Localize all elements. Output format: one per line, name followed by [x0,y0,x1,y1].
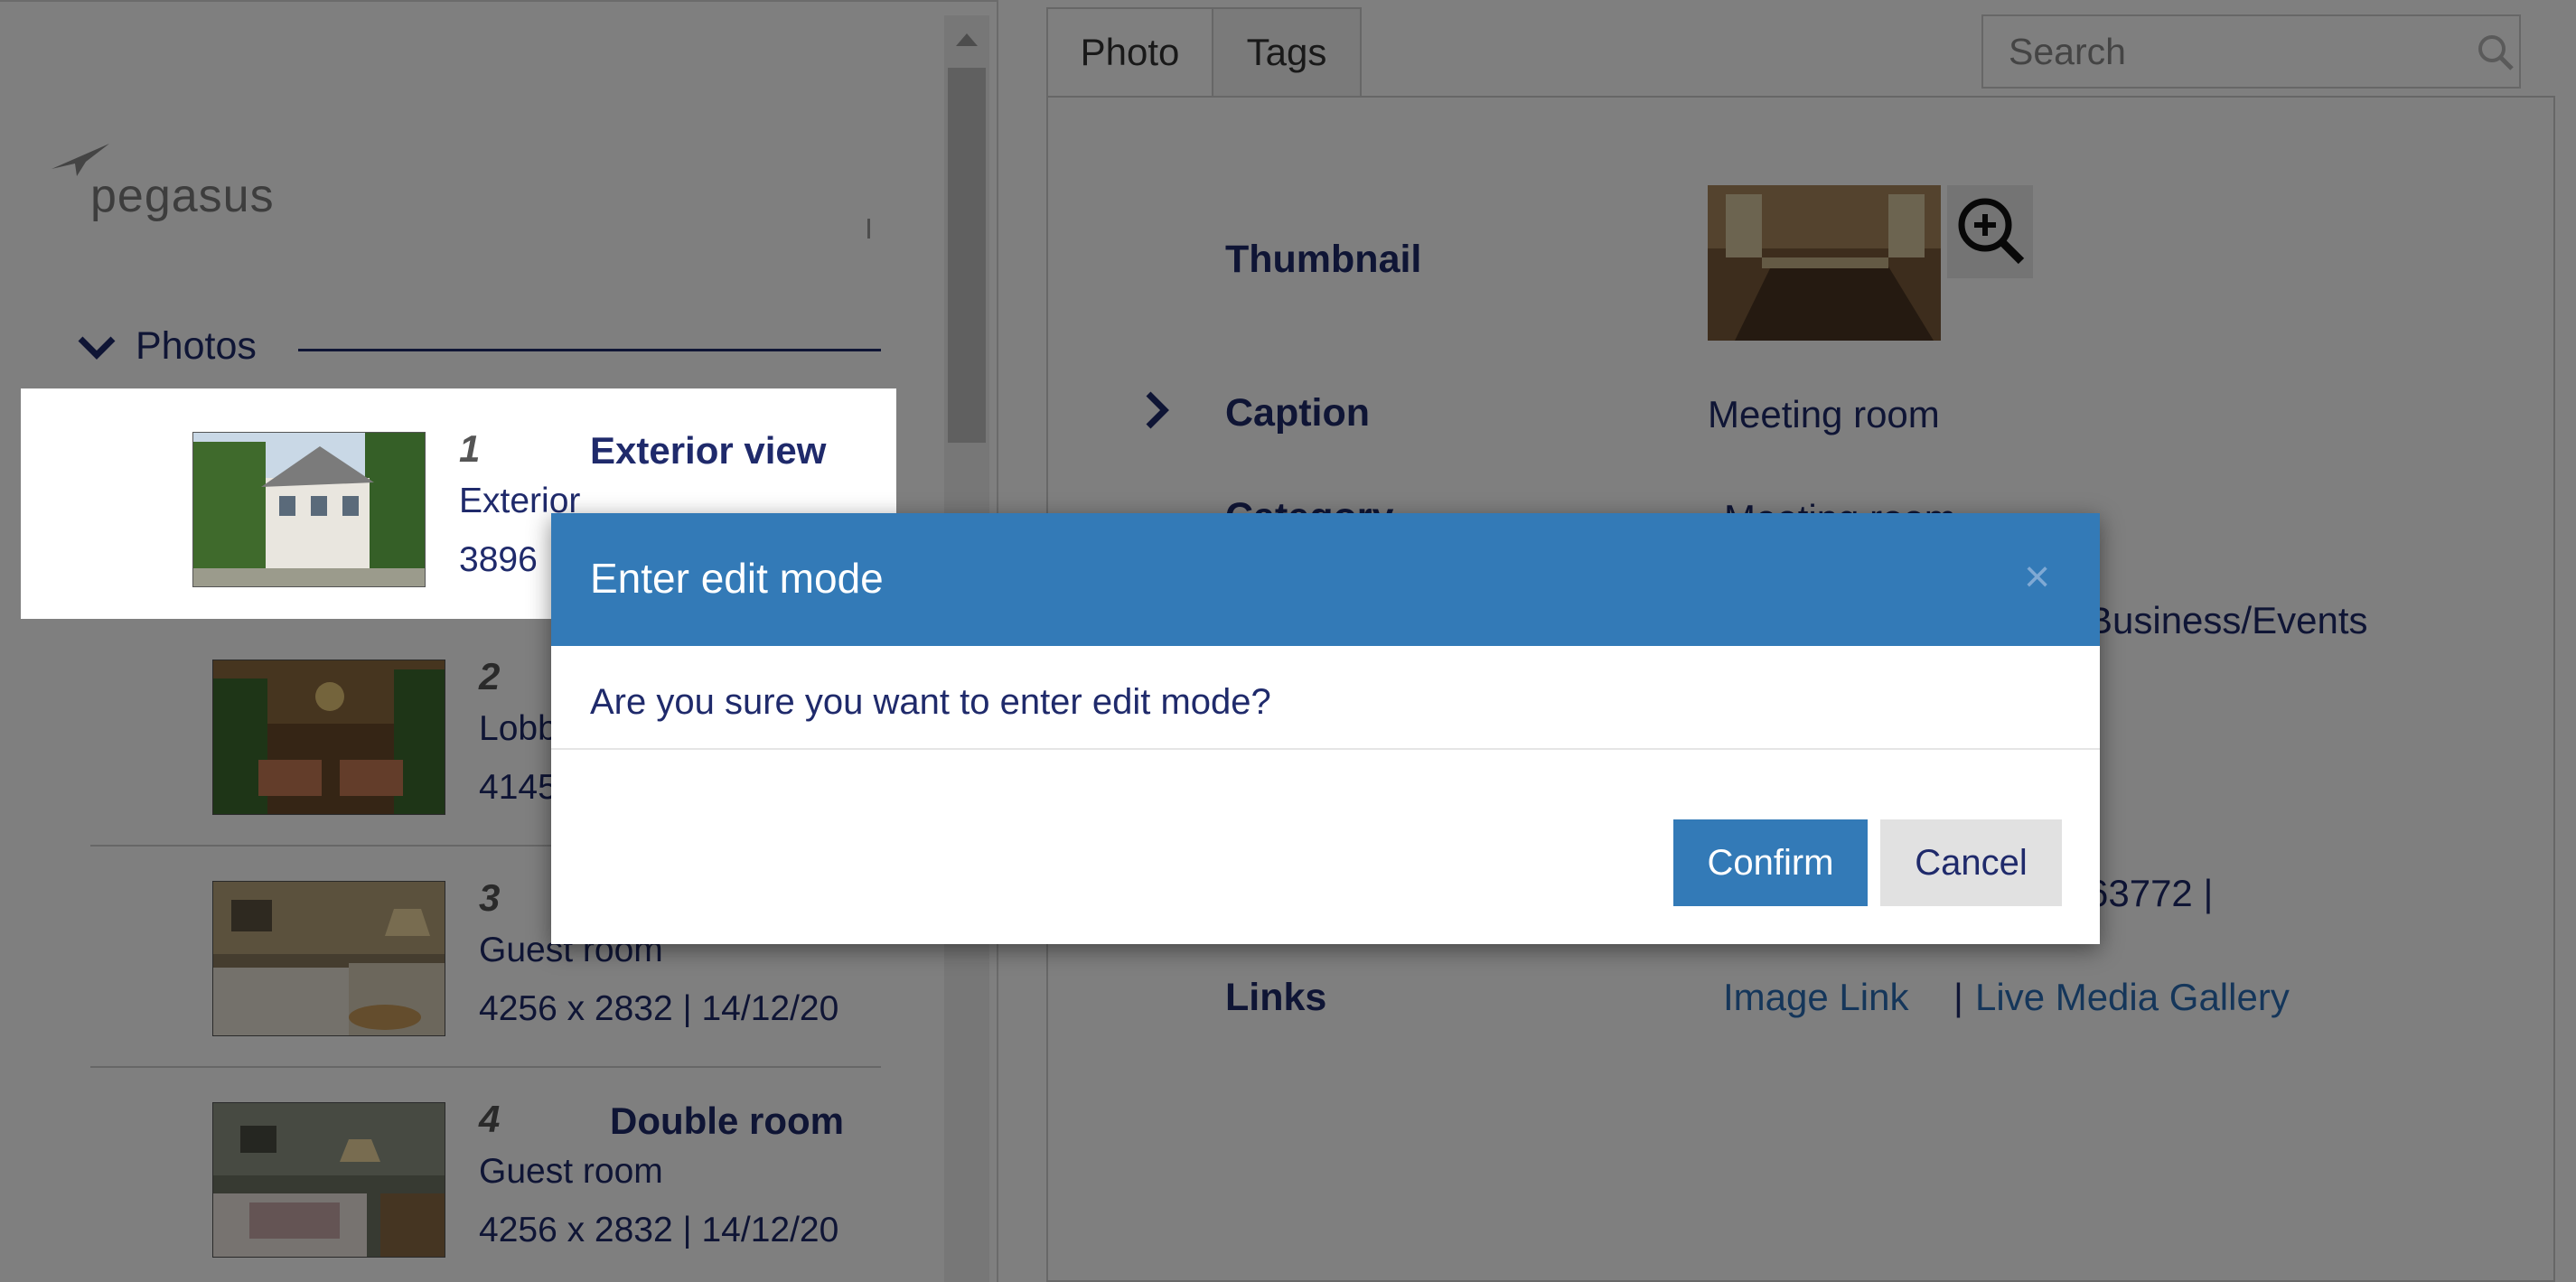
dialog-body: Are you sure you want to enter edit mode… [551,646,2100,750]
edit-mode-dialog: Enter edit mode × Are you sure you want … [551,513,2100,944]
confirm-button[interactable]: Confirm [1673,819,1868,906]
close-icon[interactable]: × [2024,554,2050,599]
exterior-photo-icon [193,433,425,586]
photo-details: 3896 [459,540,538,579]
dialog-message: Are you sure you want to enter edit mode… [590,682,1271,722]
cancel-button[interactable]: Cancel [1880,819,2062,906]
dialog-title: Enter edit mode [590,555,884,602]
photo-title: Exterior view [590,429,827,472]
photo-thumbnail[interactable] [192,432,426,587]
dialog-header: Enter edit mode × [551,513,2100,646]
photo-number: 1 [459,427,481,470]
